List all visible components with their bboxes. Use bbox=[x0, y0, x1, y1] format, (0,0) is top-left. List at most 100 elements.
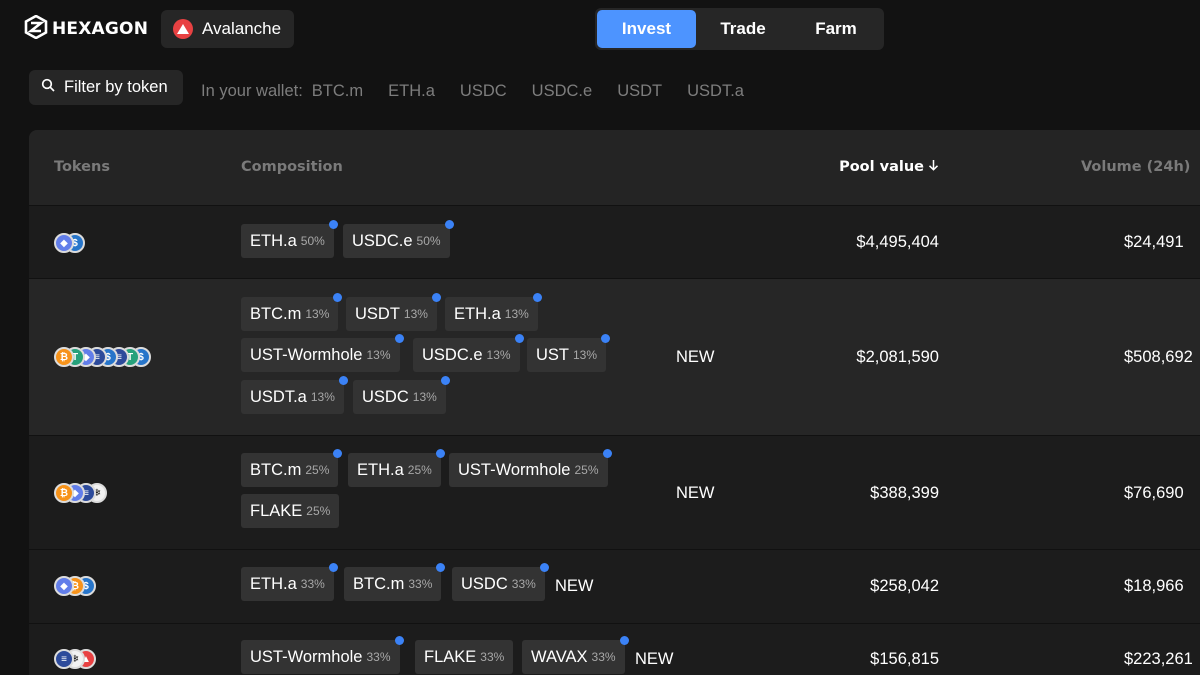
avalanche-icon bbox=[173, 19, 193, 39]
composition-chip[interactable]: FLAKE 33% bbox=[415, 640, 514, 674]
composition-chip[interactable]: USDC 33% bbox=[452, 563, 549, 601]
composition-chip[interactable]: USDT 13% bbox=[346, 293, 441, 331]
hexagon-logo[interactable]: HEXAGON bbox=[24, 14, 149, 44]
composition-chip[interactable]: USDT.a 13% bbox=[241, 376, 348, 414]
chip-token-name: USDT.a bbox=[250, 387, 307, 406]
filter-by-token-button[interactable]: Filter by token bbox=[29, 70, 183, 105]
new-badge: NEW bbox=[676, 484, 715, 502]
chip-token-name: BTC.m bbox=[250, 304, 302, 323]
wallet-label: In your wallet: bbox=[201, 81, 303, 100]
chip-dot-indicator bbox=[394, 636, 404, 645]
wallet-token-btc-m[interactable]: BTC.m bbox=[312, 82, 363, 101]
composition-chip[interactable]: ETH.a 25% bbox=[348, 449, 445, 487]
chip-token-name: WAVAX bbox=[531, 647, 588, 666]
chip-dot-indicator bbox=[602, 449, 612, 458]
tab-invest[interactable]: Invest bbox=[597, 10, 696, 48]
composition-chip[interactable]: ETH.a 13% bbox=[445, 293, 542, 331]
composition-chip[interactable]: UST-Wormhole 13% bbox=[241, 334, 404, 372]
chip-percent: 33% bbox=[300, 577, 325, 591]
chip-token-name: UST-Wormhole bbox=[250, 647, 363, 666]
new-badge: NEW bbox=[635, 650, 674, 668]
token-icons: ₿ ◆ ≡ ❄ bbox=[54, 483, 107, 503]
composition-chip[interactable]: USDC 13% bbox=[353, 376, 450, 414]
table-row[interactable]: ₿ T ◆ ≡ $ ≡ T $ BTC.m 13% USDT 13% ETH.a… bbox=[29, 279, 1200, 436]
chip-percent: 13% bbox=[403, 307, 428, 321]
chip-percent: 33% bbox=[591, 650, 616, 664]
chip-token-name: UST-Wormhole bbox=[250, 345, 363, 364]
chip-percent: 33% bbox=[408, 577, 433, 591]
chip-dot-indicator bbox=[333, 449, 343, 458]
tab-farm[interactable]: Farm bbox=[790, 10, 882, 48]
pools-table: Tokens Composition Pool value Volume (24… bbox=[29, 130, 1200, 675]
token-icons: ◆ $ bbox=[54, 233, 85, 253]
chip-dot-indicator bbox=[539, 563, 549, 572]
composition-chip[interactable]: BTC.m 25% bbox=[241, 449, 343, 487]
table-row[interactable]: ◆ $ ETH.a 50% USDC.e 50% $4,495,404 $24,… bbox=[29, 206, 1200, 279]
chip-percent: 13% bbox=[573, 348, 598, 362]
chip-token-name: ETH.a bbox=[357, 460, 404, 479]
pool-value: $156,815 bbox=[870, 650, 939, 668]
volume-24h: $508,692 bbox=[1124, 348, 1193, 366]
btc-token-icon: ₿ bbox=[54, 483, 74, 503]
table-header: Tokens Composition Pool value Volume (24… bbox=[29, 130, 1200, 206]
chip-token-name: BTC.m bbox=[250, 460, 302, 479]
wallet-token-usdt[interactable]: USDT bbox=[617, 82, 662, 101]
composition-chip[interactable]: UST 13% bbox=[527, 334, 611, 372]
composition-chip[interactable]: USDC.e 13% bbox=[413, 334, 524, 372]
chip-token-name: UST bbox=[536, 345, 569, 364]
header-tokens: Tokens bbox=[54, 159, 110, 175]
wallet-token-eth-a[interactable]: ETH.a bbox=[388, 82, 435, 101]
chip-token-name: USDC.e bbox=[352, 231, 413, 250]
chip-percent: 13% bbox=[305, 307, 330, 321]
table-row[interactable]: ◆ ₿ $ ETH.a 33% BTC.m 33% USDC 33% NEW $… bbox=[29, 550, 1200, 624]
logo-text: HEXAGON bbox=[52, 19, 149, 39]
chip-token-name: UST-Wormhole bbox=[458, 460, 571, 479]
composition-chip[interactable]: ETH.a 33% bbox=[241, 563, 338, 601]
chip-percent: 25% bbox=[305, 463, 330, 477]
network-label: Avalanche bbox=[202, 19, 282, 38]
composition-chip[interactable]: WAVAX 33% bbox=[522, 636, 629, 674]
network-selector-button[interactable]: Avalanche bbox=[161, 10, 294, 48]
chip-dot-indicator bbox=[333, 293, 343, 302]
composition-chip[interactable]: USDC.e 50% bbox=[343, 220, 454, 258]
token-icons: ◆ ₿ $ bbox=[54, 576, 96, 596]
chip-dot-indicator bbox=[435, 449, 445, 458]
wallet-token-usdc-e[interactable]: USDC.e bbox=[532, 82, 593, 101]
composition-chip[interactable]: BTC.m 33% bbox=[344, 563, 446, 601]
composition-chip[interactable]: BTC.m 13% bbox=[241, 293, 343, 331]
chip-percent: 13% bbox=[486, 348, 511, 362]
chip-percent: 50% bbox=[300, 234, 325, 248]
composition-chip[interactable]: UST-Wormhole 25% bbox=[449, 449, 612, 487]
chip-dot-indicator bbox=[532, 293, 542, 302]
chip-percent: 50% bbox=[416, 234, 441, 248]
chip-dot-indicator bbox=[619, 636, 629, 645]
pool-value: $258,042 bbox=[870, 577, 939, 595]
chip-percent: 25% bbox=[306, 504, 331, 518]
hexagon-logo-icon bbox=[24, 14, 48, 44]
chip-token-name: USDC.e bbox=[422, 345, 483, 364]
chip-dot-indicator bbox=[440, 376, 450, 385]
filter-label: Filter by token bbox=[64, 78, 168, 96]
main-nav-tabs: Invest Trade Farm bbox=[595, 8, 884, 50]
chip-dot-indicator bbox=[431, 293, 441, 302]
header-volume[interactable]: Volume (24h) bbox=[1081, 159, 1190, 175]
header-pool-value[interactable]: Pool value bbox=[839, 159, 939, 175]
composition-chip[interactable]: ETH.a 50% bbox=[241, 220, 338, 258]
chip-dot-indicator bbox=[514, 334, 524, 343]
composition-chip[interactable]: FLAKE 25% bbox=[241, 494, 340, 528]
chip-percent: 13% bbox=[412, 390, 437, 404]
table-row[interactable]: ₿ ◆ ≡ ❄ BTC.m 25% ETH.a 25% UST-Wormhole… bbox=[29, 436, 1200, 550]
chip-dot-indicator bbox=[601, 334, 611, 343]
top-bar: HEXAGON Avalanche Invest Trade Farm bbox=[0, 0, 1200, 60]
pool-value: $4,495,404 bbox=[856, 233, 939, 251]
token-icons: ≡ ❄ ▲ bbox=[54, 649, 96, 669]
composition-chip[interactable]: UST-Wormhole 33% bbox=[241, 636, 404, 674]
wallet-token-usdt-a[interactable]: USDT.a bbox=[687, 82, 744, 101]
volume-24h: $18,966 bbox=[1124, 577, 1184, 595]
volume-24h: $223,261 bbox=[1124, 650, 1193, 668]
tab-trade[interactable]: Trade bbox=[696, 10, 790, 48]
chip-percent: 13% bbox=[310, 390, 335, 404]
wallet-token-usdc[interactable]: USDC bbox=[460, 82, 507, 101]
table-row[interactable]: ≡ ❄ ▲ UST-Wormhole 33% FLAKE 33% WAVAX 3… bbox=[29, 624, 1200, 675]
search-icon bbox=[41, 78, 55, 97]
